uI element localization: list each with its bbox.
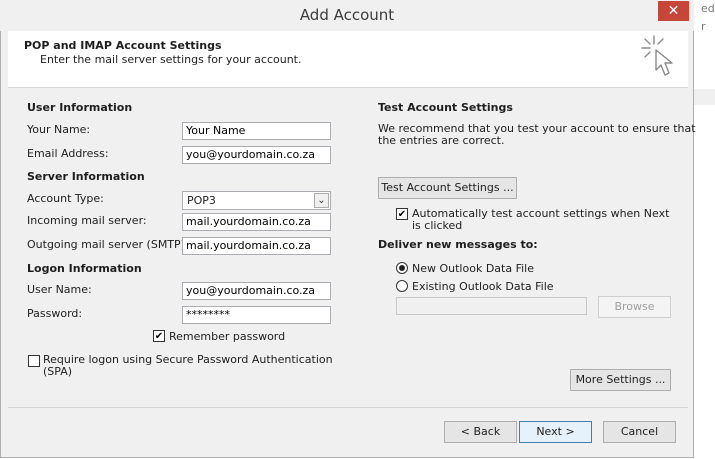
checkmark-icon: ✔ [154,331,164,342]
chevron-down-icon[interactable]: ⌄ [314,193,329,208]
deliver-messages-heading: Deliver new messages to: [378,238,538,251]
close-icon: ✕ [667,3,680,19]
close-button[interactable]: ✕ [658,1,689,21]
logon-info-heading: Logon Information [27,262,142,275]
user-name-input[interactable]: you@yourdomain.co.za [182,282,331,300]
new-data-file-label[interactable]: New Outlook Data File [412,262,534,275]
more-settings-button[interactable]: More Settings ... [570,369,671,391]
remember-password-label[interactable]: Remember password [169,330,285,343]
email-address-label: Email Address: [27,147,109,160]
outgoing-server-input[interactable]: mail.yourdomain.co.za [182,237,331,255]
auto-test-checkbox[interactable]: ✔ [396,208,408,220]
window-title: Add Account [299,6,395,24]
spa-label-line1: Require logon using Secure Password Auth… [43,353,333,366]
existing-data-file-label[interactable]: Existing Outlook Data File [412,280,554,293]
your-name-input[interactable]: Your Name [182,122,331,140]
test-settings-description: We recommend that you test your account … [378,122,696,147]
auto-test-label[interactable]: Automatically test account settings when… [412,208,669,232]
your-name-label: Your Name: [27,123,91,136]
cursor-sparkle-icon [641,35,673,76]
account-type-select[interactable]: POP3 ⌄ [182,191,331,210]
account-type-value: POP3 [187,194,216,207]
header-subtitle: Enter the mail server settings for your … [40,53,302,66]
user-info-heading: User Information [27,101,133,114]
background-window [694,0,715,459]
test-account-settings-button[interactable]: Test Account Settings ... [378,177,517,199]
test-settings-heading: Test Account Settings [378,101,513,114]
new-data-file-radio[interactable] [396,262,408,274]
header-title: POP and IMAP Account Settings [24,39,222,52]
back-button[interactable]: < Back [444,421,517,443]
spa-label-line2: (SPA) [43,365,73,378]
checkmark-icon: ✔ [397,209,407,220]
cancel-button[interactable]: Cancel [603,421,676,443]
background-window-band [694,89,715,105]
remember-password-checkbox[interactable]: ✔ [153,330,165,342]
footer-separator [8,407,688,408]
spa-checkbox[interactable] [28,355,40,367]
password-input[interactable]: ******** [182,306,331,324]
email-address-input[interactable]: you@yourdomain.co.za [182,146,331,164]
existing-data-file-radio[interactable] [396,280,408,292]
next-button[interactable]: Next > [519,421,592,443]
incoming-server-input[interactable]: mail.yourdomain.co.za [182,213,331,231]
server-info-heading: Server Information [27,170,145,183]
outgoing-server-label: Outgoing mail server (SMTP): [27,238,189,251]
password-label: Password: [27,307,83,320]
user-name-label: User Name: [27,283,92,296]
incoming-server-label: Incoming mail server: [27,214,147,227]
browse-button[interactable]: Browse [598,296,671,318]
existing-data-file-path-input[interactable] [396,297,587,315]
spa-label[interactable]: Require logon using Secure Password Auth… [43,354,333,378]
background-window-text: ed/ r [701,2,715,33]
account-type-label: Account Type: [27,192,104,205]
